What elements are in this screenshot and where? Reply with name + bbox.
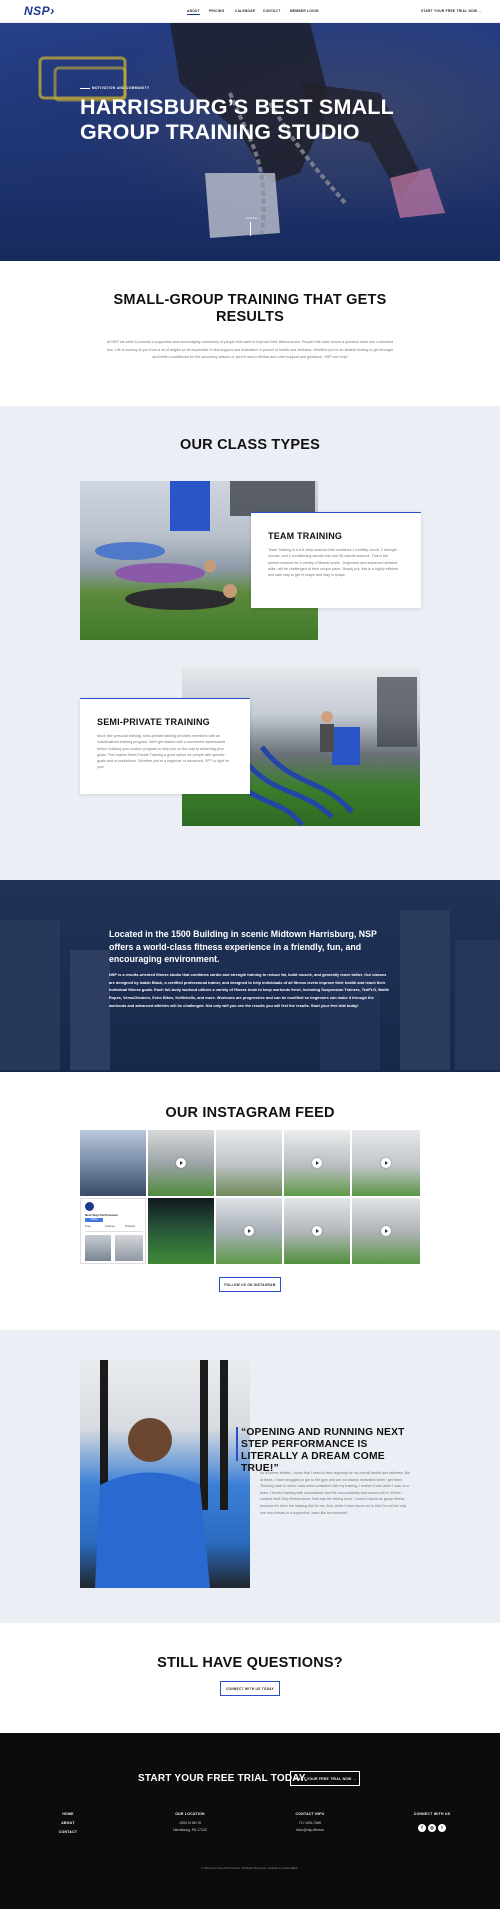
footer-link-home[interactable]: HOME	[48, 1810, 88, 1818]
footer-contact-heading: CONTACT INFO	[295, 1812, 325, 1816]
team-training-title: TEAM TRAINING	[268, 531, 343, 541]
profile-followers: Followers	[105, 1225, 116, 1228]
instagram-icon[interactable]: ◎	[428, 1824, 436, 1832]
instagram-post-2[interactable]	[148, 1130, 214, 1196]
profile-posts: Posts	[85, 1225, 91, 1228]
instagram-post-7[interactable]	[148, 1198, 214, 1264]
hero-kicker-line	[80, 88, 90, 89]
nav-member-login[interactable]: MEMBER LOGIN	[290, 9, 319, 13]
site-header: NSP› ABOUT PRICING CALENDAR CONTACT MEMB…	[0, 0, 500, 23]
questions-title: STILL HAVE QUESTIONS?	[157, 1655, 343, 1671]
play-icon	[312, 1226, 322, 1236]
profile-following: Following	[125, 1225, 136, 1228]
semi-private-body: Much like personal training, semi-privat…	[97, 734, 230, 770]
trainer-illustration	[95, 1360, 228, 1588]
nav-pricing[interactable]: PRICING	[209, 9, 224, 13]
connect-button[interactable]: CONNECT WITH US TODAY	[220, 1681, 280, 1696]
profile-follow-button[interactable]: Follow	[85, 1218, 103, 1222]
profile-avatar	[85, 1202, 94, 1211]
twitter-icon[interactable]: t	[438, 1824, 446, 1832]
footer-connect-heading: CONNECT WITH US	[413, 1812, 451, 1816]
testimonial-quote: “OPENING AND RUNNING NEXT STEP PERFORMAN…	[241, 1427, 405, 1474]
follow-instagram-button[interactable]: FOLLOW US ON INSTAGRAM	[219, 1277, 281, 1292]
instagram-profile-card[interactable]: Next Step Performance Follow Posts Follo…	[80, 1198, 146, 1264]
profile-thumb-2	[115, 1235, 143, 1261]
semi-private-card: SEMI-PRIVATE TRAINING Much like personal…	[80, 698, 250, 794]
location-body: NSP is a results-oriented fitness studio…	[109, 972, 390, 1008]
testimonial-section	[0, 1330, 500, 1623]
footer-email[interactable]: train@nsp.fitness	[280, 1827, 340, 1833]
instagram-title: OUR INSTAGRAM FEED	[165, 1105, 335, 1121]
nav-calendar[interactable]: CALENDAR	[235, 9, 255, 13]
class-types-title: OUR CLASS TYPES	[180, 437, 320, 453]
profile-divider	[85, 1231, 143, 1232]
footer-cta-text: START YOUR FREE TRIAL TODAY.	[138, 1773, 308, 1784]
hero-title: HARRISBURG’S BEST SMALL GROUP TRAINING S…	[80, 95, 394, 144]
team-training-body: Team Training is a 6-8 deep workout that…	[268, 548, 399, 578]
quote-accent-bar	[236, 1427, 238, 1461]
hero-kicker: MOTIVATION AND COMMUNITY	[92, 86, 150, 90]
instagram-post-10[interactable]	[352, 1198, 420, 1264]
play-icon	[312, 1158, 322, 1168]
footer-address-line1: 1500 N 6th St	[179, 1821, 201, 1825]
location-lead: Located in the 1500 Building in scenic M…	[109, 929, 377, 964]
hero-section: MOTIVATION AND COMMUNITY HARRISBURG’S BE…	[0, 23, 500, 261]
play-icon	[176, 1158, 186, 1168]
profile-thumb-1	[85, 1235, 111, 1261]
play-icon	[244, 1226, 254, 1236]
instagram-post-5[interactable]	[352, 1130, 420, 1196]
footer-trial-button[interactable]: START YOUR FREE TRIAL NOW →	[290, 1771, 360, 1786]
instagram-post-3[interactable]	[216, 1130, 282, 1196]
instagram-post-1[interactable]	[80, 1130, 146, 1196]
footer-link-contact[interactable]: CONTACT	[48, 1828, 88, 1836]
intro-title: SMALL-GROUP TRAINING THAT GETS RESULTS	[113, 292, 387, 325]
testimonial-body: As a former athlete, I know that I need …	[260, 1471, 411, 1515]
instagram-post-8[interactable]	[216, 1198, 282, 1264]
facebook-icon[interactable]: f	[418, 1824, 426, 1832]
scroll-line	[250, 222, 251, 236]
footer-location-heading: OUR LOCATION	[175, 1812, 205, 1816]
semi-private-title: SEMI-PRIVATE TRAINING	[97, 717, 210, 727]
footer-link-about[interactable]: ABOUT	[48, 1819, 88, 1827]
intro-body: At NSP we seek to provide a supportive a…	[106, 340, 394, 360]
team-training-card: TEAM TRAINING Team Training is a 6-8 dee…	[251, 512, 421, 608]
free-trial-link[interactable]: START YOUR FREE TRIAL NOW →	[421, 9, 482, 13]
instagram-post-9[interactable]	[284, 1198, 350, 1264]
play-icon	[381, 1226, 391, 1236]
footer-address-line2: Harrisburg, PA 17102	[172, 1828, 208, 1832]
copyright: © 2021 Next Step Performance. All Rights…	[201, 1866, 299, 1870]
profile-name: Next Step Performance	[85, 1213, 119, 1217]
instagram-post-4[interactable]	[284, 1130, 350, 1196]
scroll-label[interactable]: SCROLL	[246, 217, 258, 220]
nav-about[interactable]: ABOUT	[187, 9, 200, 15]
logo-text: NSP	[24, 4, 51, 18]
nav-contact[interactable]: CONTACT	[263, 9, 280, 13]
nsp-logo[interactable]: NSP›	[24, 4, 55, 18]
footer-phone[interactable]: 717-606-7466	[280, 1820, 340, 1826]
logo-arrow-icon: ›	[50, 4, 55, 18]
play-icon	[381, 1158, 391, 1168]
testimonial-photo	[80, 1360, 250, 1588]
